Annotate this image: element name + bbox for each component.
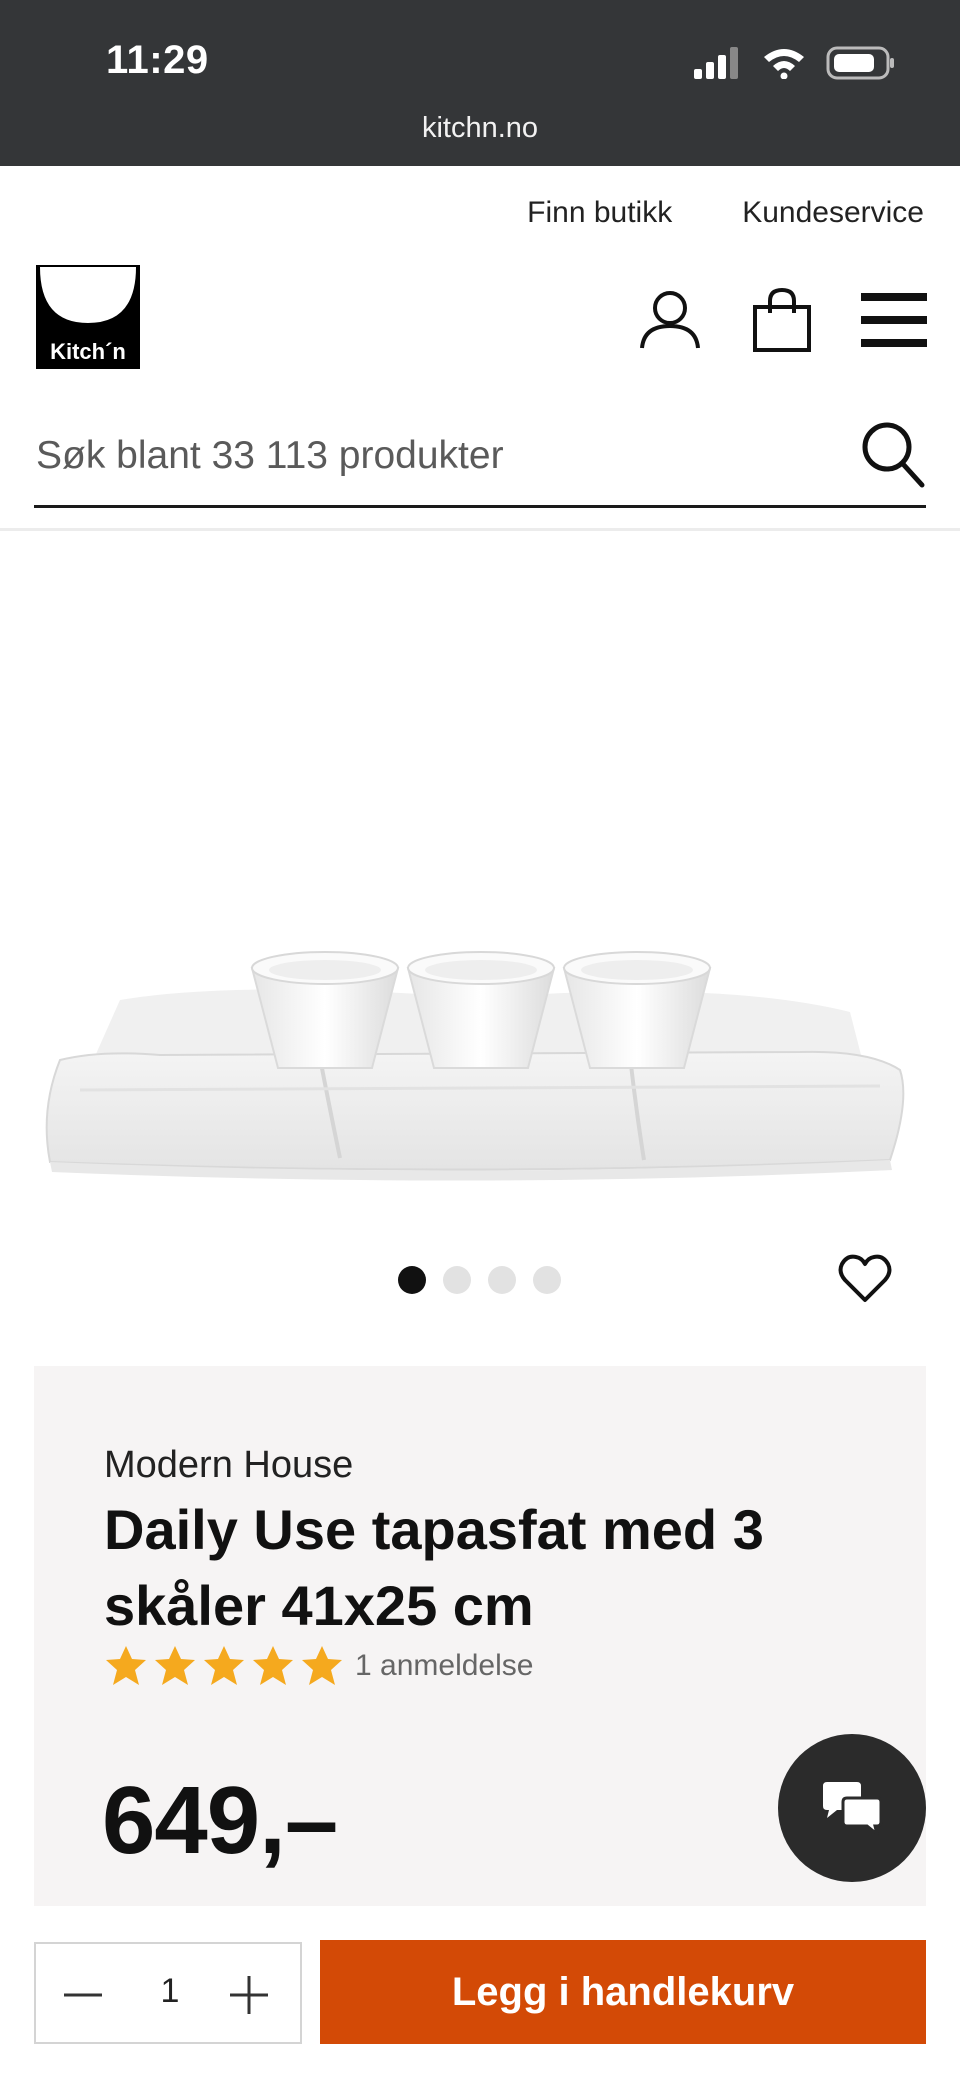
customer-service-link[interactable]: Kundeservice xyxy=(742,196,924,230)
search-icon xyxy=(862,422,925,488)
top-links: Finn butikk Kundeservice xyxy=(527,196,924,230)
carousel-dot-2[interactable] xyxy=(443,1266,471,1294)
account-button[interactable] xyxy=(634,284,706,356)
product-rating[interactable]: 1 anmeldelse xyxy=(104,1644,533,1688)
product-title: Daily Use tapasfat med 3 skåler 41x25 cm xyxy=(104,1498,764,1637)
kitchn-logo[interactable]: Kitch´n xyxy=(36,265,140,369)
hamburger-menu-icon xyxy=(861,293,927,347)
cart-button[interactable] xyxy=(746,284,818,356)
find-store-link[interactable]: Finn butikk xyxy=(527,196,672,230)
menu-button[interactable] xyxy=(858,284,930,356)
search-input[interactable] xyxy=(34,422,838,490)
search-bar xyxy=(34,408,926,508)
carousel-dot-3[interactable] xyxy=(488,1266,516,1294)
favorite-button[interactable] xyxy=(838,1252,892,1306)
signal-icon xyxy=(694,47,738,79)
add-to-cart-button[interactable]: Legg i handlekurv xyxy=(320,1940,926,2044)
status-time: 11:29 xyxy=(106,38,209,82)
image-carousel-dots xyxy=(398,1266,561,1294)
header-divider xyxy=(0,528,960,531)
chat-bubbles-icon xyxy=(823,1782,883,1836)
search-button[interactable] xyxy=(860,420,926,490)
review-count[interactable]: 1 anmeldelse xyxy=(355,1649,533,1683)
star-icon xyxy=(155,1646,195,1685)
carousel-dot-1[interactable] xyxy=(398,1266,426,1294)
carousel-dot-4[interactable] xyxy=(533,1266,561,1294)
address-bar-url[interactable]: kitchn.no xyxy=(0,112,960,145)
star-icon xyxy=(204,1646,244,1685)
user-icon xyxy=(640,291,700,349)
increase-quantity-button[interactable] xyxy=(224,1970,274,2020)
quantity-stepper: 1 xyxy=(34,1942,302,2044)
logo-text: Kitch´n xyxy=(50,339,126,364)
header-actions xyxy=(634,284,930,356)
chat-button[interactable] xyxy=(778,1734,926,1882)
star-icon xyxy=(302,1646,342,1685)
shopping-bag-icon xyxy=(753,287,811,352)
heart-icon xyxy=(838,1254,892,1302)
star-icon xyxy=(106,1646,146,1685)
star-icon xyxy=(253,1646,293,1685)
browser-status-bar: 11:29 kitchn.no xyxy=(0,0,960,166)
status-icons xyxy=(694,46,896,80)
product-image[interactable] xyxy=(40,940,920,1190)
product-brand[interactable]: Modern House xyxy=(104,1444,353,1487)
wifi-icon xyxy=(764,49,804,79)
battery-icon xyxy=(826,46,894,80)
product-price: 649,– xyxy=(102,1767,338,1874)
